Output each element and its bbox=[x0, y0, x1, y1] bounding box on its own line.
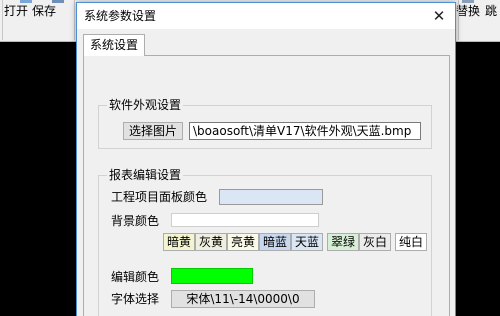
report-edit-group: 报表编辑设置 工程项目面板颜色 背景颜色 暗黄 灰黄 亮黄 暗蓝 天蓝 翠绿 灰… bbox=[98, 168, 432, 316]
preset-dark-yellow-button[interactable]: 暗黄 bbox=[163, 233, 195, 251]
preset-emerald-green-button[interactable]: 翠绿 bbox=[327, 233, 359, 251]
appearance-group-title: 软件外观设置 bbox=[107, 98, 184, 112]
report-edit-group-title: 报表编辑设置 bbox=[107, 168, 184, 182]
edit-color-label: 编辑颜色 bbox=[111, 270, 160, 284]
dialog-body: 软件外观设置 选择图片 \boaosoft\清单V17\软件外观\天蓝.bmp … bbox=[77, 29, 455, 316]
jump-button[interactable]: 跳 bbox=[485, 4, 497, 18]
app-replace-icon bbox=[462, 0, 474, 3]
tab-panel-system: 软件外观设置 选择图片 \boaosoft\清单V17\软件外观\天蓝.bmp … bbox=[83, 55, 450, 316]
font-select-label: 字体选择 bbox=[111, 292, 160, 306]
edit-color-swatch[interactable] bbox=[171, 268, 253, 284]
app-open-icon bbox=[20, 0, 32, 3]
select-image-button[interactable]: 选择图片 bbox=[123, 122, 183, 140]
color-preset-row: 暗黄 灰黄 亮黄 暗蓝 天蓝 翠绿 灰白 纯白 bbox=[163, 233, 429, 251]
settings-dialog: 系统参数设置 ✕ 软件外观设置 选择图片 \boaosoft\清单V17\软件外… bbox=[76, 2, 456, 316]
preset-bright-yellow-button[interactable]: 亮黄 bbox=[227, 233, 259, 251]
close-icon[interactable]: ✕ bbox=[429, 6, 449, 26]
preset-sky-blue-button[interactable]: 天蓝 bbox=[291, 233, 323, 251]
image-path-field[interactable]: \boaosoft\清单V17\软件外观\天蓝.bmp bbox=[189, 122, 421, 140]
toolbar-separator bbox=[74, 0, 75, 40]
appearance-group: 软件外观设置 选择图片 \boaosoft\清单V17\软件外观\天蓝.bmp bbox=[98, 98, 432, 149]
toolbar-separator bbox=[458, 0, 459, 40]
font-select-button[interactable]: 宋体\11\-14\0000\0 bbox=[171, 290, 315, 308]
preset-pure-white-button[interactable]: 纯白 bbox=[395, 233, 427, 251]
dialog-titlebar[interactable]: 系统参数设置 ✕ bbox=[77, 3, 455, 29]
open-button[interactable]: 打开 bbox=[4, 4, 28, 18]
panel-color-label: 工程项目面板颜色 bbox=[111, 190, 208, 204]
preset-gray-white-button[interactable]: 灰白 bbox=[359, 233, 391, 251]
preset-dark-blue-button[interactable]: 暗蓝 bbox=[259, 233, 291, 251]
toolbar-separator bbox=[2, 0, 3, 40]
bg-color-swatch[interactable] bbox=[171, 213, 319, 227]
dialog-title: 系统参数设置 bbox=[84, 9, 157, 23]
preset-gray-yellow-button[interactable]: 灰黄 bbox=[195, 233, 227, 251]
tab-system-settings[interactable]: 系统设置 bbox=[83, 34, 145, 56]
panel-color-swatch[interactable] bbox=[219, 189, 323, 205]
replace-button[interactable]: 替换 bbox=[456, 4, 480, 18]
app-save-icon bbox=[52, 0, 64, 3]
bg-color-label: 背景颜色 bbox=[111, 214, 160, 228]
save-button[interactable]: 保存 bbox=[32, 4, 56, 18]
